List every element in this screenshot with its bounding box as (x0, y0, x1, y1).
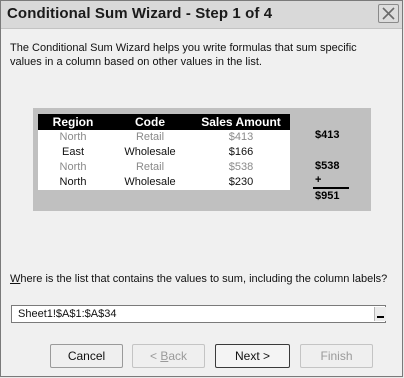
range-ref-input[interactable]: Sheet1!$A$1:$A$34 (11, 305, 386, 323)
table-row: East Wholesale $166 (38, 145, 290, 160)
example-illustration: Region Code Sales Amount North Retail $4… (33, 108, 371, 211)
range-question-label: Where is the list that contains the valu… (10, 272, 395, 286)
cell-code: Retail (135, 131, 165, 143)
question-text: here is the list that contains the value… (20, 273, 388, 285)
range-ref-value: Sheet1!$A$1:$A$34 (18, 308, 117, 320)
close-button[interactable] (378, 4, 399, 23)
back-label: ack (168, 349, 188, 363)
table-row: North Wholesale $230 (38, 175, 290, 190)
next-button[interactable]: Next > (215, 344, 290, 368)
close-icon (382, 7, 395, 20)
header-sales-amount: Sales Amount (201, 115, 281, 129)
back-button[interactable]: < Back (132, 344, 205, 368)
dialog-title: Conditional Sum Wizard - Step 1 of 4 (7, 5, 273, 22)
cell-code: Wholesale (124, 146, 176, 158)
example-table: Region Code Sales Amount North Retail $4… (38, 114, 290, 190)
header-region: Region (52, 115, 94, 129)
wizard-description: The Conditional Sum Wizard helps you wri… (10, 42, 357, 68)
finish-button[interactable]: Finish (300, 344, 373, 368)
table-row: North Retail $413 (38, 130, 290, 145)
table-row: North Retail $538 (38, 160, 290, 175)
cell-amount: $230 (228, 176, 254, 188)
cell-region: North (59, 161, 87, 173)
title-bar[interactable]: Conditional Sum Wizard - Step 1 of 4 (1, 1, 402, 29)
example-table-header: Region Code Sales Amount (38, 114, 290, 130)
accelerator-key: W (10, 273, 21, 285)
wizard-dialog: Conditional Sum Wizard - Step 1 of 4 The… (0, 0, 403, 377)
cell-amount: $413 (228, 131, 254, 143)
cell-region: North (59, 131, 87, 143)
sum-total: $951 (315, 190, 340, 202)
cell-code: Retail (135, 161, 165, 173)
back-prefix: < (149, 349, 161, 363)
sum-value: $413 (315, 129, 340, 141)
cancel-button[interactable]: Cancel (50, 344, 123, 368)
cell-region: North (59, 176, 87, 188)
plus-sign: + (315, 174, 322, 186)
sum-divider (313, 187, 349, 189)
collapse-dialog-button[interactable] (374, 307, 386, 321)
cell-amount: $538 (228, 161, 254, 173)
sum-value: $538 (315, 160, 340, 172)
collapse-dialog-icon (377, 316, 384, 318)
cell-amount: $166 (228, 146, 254, 158)
cell-code: Wholesale (124, 176, 176, 188)
cell-region: East (61, 146, 84, 158)
header-code: Code (135, 115, 165, 129)
